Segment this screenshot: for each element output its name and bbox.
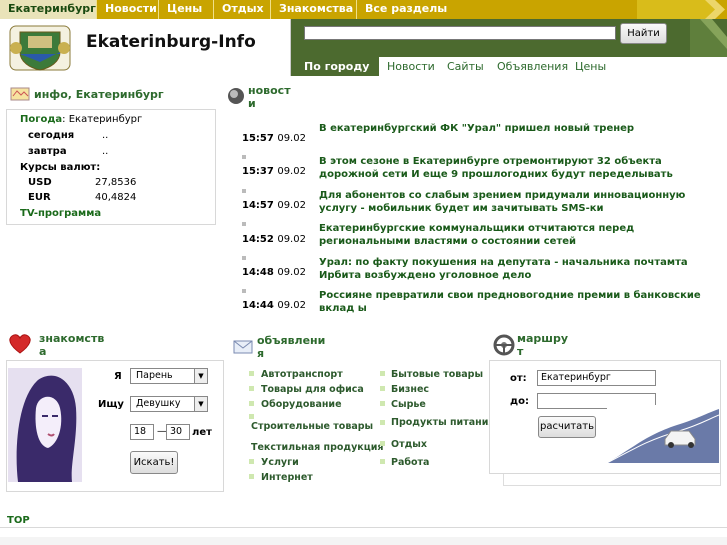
age-to-input[interactable]: 30: [166, 424, 190, 440]
i-gender-select[interactable]: Парень ▼: [130, 368, 208, 384]
top-link[interactable]: TOP: [7, 515, 30, 526]
weather-link[interactable]: Погода: [20, 114, 62, 125]
ad-category-link[interactable]: Отдых: [391, 439, 427, 450]
nav-all-sections[interactable]: Все разделы: [357, 0, 455, 19]
bullet: [249, 414, 254, 419]
ad-category-link[interactable]: Бизнес: [391, 384, 429, 395]
seek-label: Ищу: [98, 399, 124, 410]
ad-category-link[interactable]: Продукты питания: [391, 417, 494, 428]
ads-title: объявлени я: [257, 334, 326, 360]
logo-area: Ekaterinburg-Info: [0, 19, 291, 76]
ad-category-link[interactable]: Бытовые товары: [391, 369, 483, 380]
bullet: [249, 474, 254, 479]
eur-label: EUR: [28, 192, 51, 203]
tomorrow-value: ..: [102, 146, 109, 157]
bullet: [380, 420, 385, 425]
ad-category-link[interactable]: Интернет: [261, 472, 313, 483]
i-label: Я: [114, 371, 122, 382]
city-coat-of-arms-icon: [9, 25, 71, 71]
route-box-shadow: [503, 474, 721, 486]
bullet: [380, 371, 385, 376]
ad-category-link[interactable]: Услуги: [261, 457, 299, 468]
bullet: [249, 459, 254, 464]
ad-category-link[interactable]: Текстильная продукция: [251, 442, 384, 453]
bullet: [249, 386, 254, 391]
dating-search-button[interactable]: Искать!: [130, 451, 178, 474]
envelope-icon: [233, 340, 253, 354]
footer-bar: [0, 537, 727, 545]
today-value: ..: [102, 130, 109, 141]
from-label: от:: [510, 373, 527, 384]
ad-category-link[interactable]: Оборудование: [261, 399, 342, 410]
footer-divider: [0, 527, 727, 528]
ad-category-link[interactable]: Строительные товары: [251, 421, 373, 432]
info-title: инфо, Екатеринбург: [34, 88, 164, 101]
usd-value: 27,8536: [95, 177, 137, 188]
bullet: [249, 401, 254, 406]
nav-leisure[interactable]: Отдых: [214, 0, 271, 19]
tomorrow-label: завтра: [28, 146, 67, 157]
bullet: [380, 401, 385, 406]
usd-label: USD: [28, 177, 52, 188]
search-input[interactable]: [304, 26, 616, 40]
nav-dating[interactable]: Знакомства: [271, 0, 357, 19]
bullet: [380, 441, 385, 446]
weather-city: : Екатеринбург: [62, 114, 143, 125]
subtab-sites[interactable]: Сайты: [447, 60, 484, 73]
nav-prices[interactable]: Цены: [159, 0, 214, 19]
nav-arrow-decoration: [637, 0, 725, 19]
globe-icon: [228, 88, 244, 104]
bullet: [249, 371, 254, 376]
tv-program-link[interactable]: TV-программа: [20, 208, 101, 219]
info-map-icon: [10, 87, 30, 101]
heart-icon: [9, 334, 31, 354]
ad-category-link[interactable]: Товары для офиса: [261, 384, 364, 395]
eur-value: 40,4824: [95, 192, 137, 203]
ad-category-link[interactable]: Сырье: [391, 399, 426, 410]
chevron-down-icon: ▼: [194, 397, 207, 411]
route-calculate-button[interactable]: расчитать: [538, 416, 596, 438]
nav-news[interactable]: Новости: [97, 0, 159, 19]
subtab-prices[interactable]: Цены: [575, 60, 606, 73]
ad-category-link[interactable]: Работа: [391, 457, 429, 468]
ad-category-link[interactable]: Автотранспорт: [261, 369, 343, 380]
chevron-down-icon: ▼: [194, 369, 207, 383]
top-nav: Екатеринбург Новости Цены Отдых Знакомст…: [0, 0, 727, 19]
today-label: сегодня: [28, 130, 75, 141]
route-from-input[interactable]: Екатеринбург: [537, 370, 656, 386]
search-button[interactable]: Найти: [620, 23, 667, 44]
road-car-image: [607, 405, 719, 463]
subtab-news[interactable]: Новости: [387, 60, 435, 73]
news-title: новост и: [248, 84, 291, 110]
bullet: [380, 386, 385, 391]
route-title: маршру т: [517, 332, 569, 358]
seek-gender-select[interactable]: Девушку ▼: [130, 396, 208, 412]
subtab-ads[interactable]: Объявления: [497, 60, 568, 73]
steering-wheel-icon: [493, 334, 515, 356]
age-from-input[interactable]: 18: [130, 424, 154, 440]
woman-portrait-image: [8, 368, 82, 482]
subtab-city[interactable]: По городу: [304, 60, 369, 73]
to-label: до:: [510, 396, 529, 407]
nav-ekaterinburg[interactable]: Екатеринбург: [0, 0, 97, 19]
site-name: Ekaterinburg-Info: [86, 32, 256, 52]
rates-label: Курсы валют:: [20, 162, 101, 173]
dating-title: знакомств а: [39, 332, 105, 358]
age-unit: лет: [192, 427, 212, 438]
bullet: [380, 459, 385, 464]
